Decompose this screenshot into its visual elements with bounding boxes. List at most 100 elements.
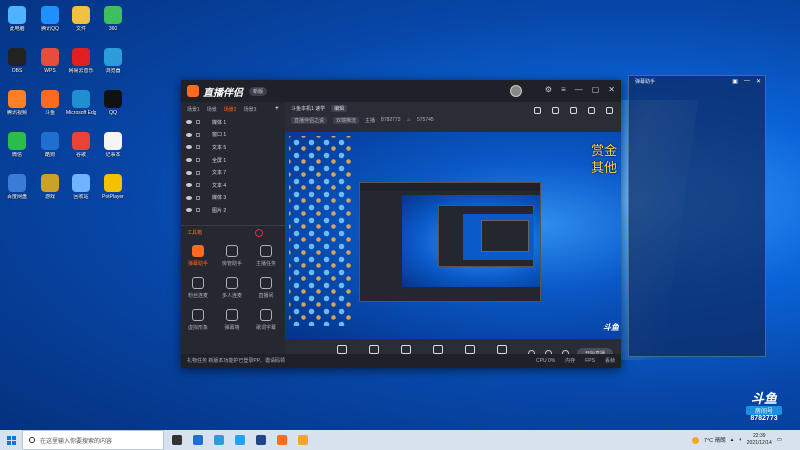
desktop-icon[interactable]: OBS <box>2 48 32 74</box>
taskbar-app-icon[interactable] <box>172 435 182 445</box>
layer-item[interactable]: 文本 7 <box>181 166 285 179</box>
desktop-icon[interactable]: 此电脑 <box>2 6 32 32</box>
eye-icon[interactable] <box>186 170 192 175</box>
tool-button[interactable]: 虚拟形象 <box>181 308 215 331</box>
eye-icon[interactable] <box>186 120 192 125</box>
layer-item[interactable]: 图片 2 <box>181 204 285 217</box>
layer-item[interactable]: 媒体 1 <box>181 116 285 129</box>
scene-tab[interactable]: 场景 <box>207 106 217 113</box>
add-scene-icon[interactable]: + <box>275 105 279 112</box>
lock-icon[interactable] <box>196 120 200 125</box>
desktop-icon[interactable]: 腾讯视频 <box>2 90 32 116</box>
menu-icon[interactable]: ≡ <box>561 85 566 94</box>
desktop-icon[interactable]: 360 <box>98 6 128 32</box>
layer-item[interactable]: 全屏 1 <box>181 154 285 167</box>
gift-icon[interactable] <box>534 107 541 114</box>
title-bar[interactable]: 直播伴侣 新版 ⚙ ≡ — ▢ ✕ <box>181 80 621 102</box>
taskbar-app-icon[interactable] <box>256 435 266 445</box>
desktop-icon[interactable]: QQ <box>98 90 128 116</box>
desktop-icon[interactable]: 腾讯QQ <box>35 6 65 32</box>
mail-icon[interactable] <box>552 107 559 114</box>
desktop-icon[interactable]: 回收站 <box>66 174 96 200</box>
eye-icon[interactable] <box>186 183 192 188</box>
lock-icon[interactable] <box>196 170 200 175</box>
eye-icon[interactable] <box>186 195 192 200</box>
weather-text[interactable]: 7°C 晴朗 <box>704 436 726 444</box>
app-icon <box>104 6 122 24</box>
network-icon[interactable]: ▴ <box>731 437 734 443</box>
close-icon[interactable]: ✕ <box>608 85 615 94</box>
desktop-icon[interactable]: 游戏 <box>35 174 65 200</box>
settings-icon[interactable]: ⚙ <box>545 85 552 94</box>
tool-button[interactable]: 弹幕墙 <box>215 308 249 331</box>
lock-icon[interactable] <box>196 183 200 188</box>
start-button[interactable] <box>0 430 22 450</box>
subcategory-tag[interactable]: 双端推流 <box>333 116 360 124</box>
lock-icon[interactable] <box>196 145 200 150</box>
stream-canvas[interactable]: 赏金 其他 斗鱼 <box>285 132 621 339</box>
eye-icon[interactable] <box>186 145 192 150</box>
lock-icon[interactable] <box>196 195 200 200</box>
maximize-icon[interactable]: ▢ <box>592 85 600 94</box>
taskbar-app-icon[interactable] <box>214 435 224 445</box>
bell-icon[interactable] <box>588 107 595 114</box>
desktop-icon[interactable]: 文件 <box>66 6 96 32</box>
desktop-icon[interactable]: 斗鱼 <box>35 90 65 116</box>
status-message[interactable]: 礼物任务 新版本功能护已登录PP、邀请码领 <box>187 358 285 364</box>
layer-item[interactable]: 媒体 3 <box>181 192 285 205</box>
layer-item[interactable]: 窗口 1 <box>181 129 285 142</box>
scene-tab[interactable]: 场景1 <box>187 106 200 113</box>
tool-button[interactable]: 歌词字幕 <box>249 308 283 331</box>
tool-button[interactable]: 多人连麦 <box>215 276 249 299</box>
lock-icon[interactable] <box>196 208 200 213</box>
eye-icon[interactable] <box>186 132 192 137</box>
desktop-icon[interactable]: WPS <box>35 48 65 74</box>
share-icon[interactable] <box>570 107 577 114</box>
scene-tab[interactable]: 场景2 <box>224 106 237 113</box>
tool-button[interactable]: 房管助手 <box>215 244 249 267</box>
minimize-icon[interactable]: — <box>744 78 750 85</box>
desktop-icon[interactable]: 网易云音乐 <box>66 48 96 74</box>
tool-button[interactable]: 粉丝连麦 <box>181 276 215 299</box>
avatar[interactable] <box>510 85 522 97</box>
version-badge[interactable]: 新版 <box>249 86 268 96</box>
tool-button[interactable]: 弹幕助手 <box>181 244 215 267</box>
lock-icon[interactable] <box>196 158 200 163</box>
weather-icon[interactable] <box>691 436 699 444</box>
taskbar-search[interactable]: 在这里输入你要搜索的内容 <box>22 430 164 450</box>
layer-item[interactable]: 文本 5 <box>181 141 285 154</box>
desktop-icon-label: 网易云音乐 <box>68 68 94 74</box>
desktop-icon[interactable]: 记事本 <box>98 132 128 158</box>
eye-icon[interactable] <box>186 208 192 213</box>
eye-icon[interactable] <box>186 158 192 163</box>
volume-icon[interactable]: ◖ <box>738 437 741 443</box>
desktop-icon[interactable]: 谷歌 <box>66 132 96 158</box>
close-icon[interactable]: ✕ <box>756 78 761 85</box>
tool-button[interactable]: 直播间 <box>249 276 283 299</box>
notification-icon[interactable]: ▭ <box>777 437 782 443</box>
clock[interactable]: 22:39 2021/12/14 <box>747 433 772 447</box>
taskbar-app-icon[interactable] <box>193 435 203 445</box>
tool-button[interactable]: 主播任务 <box>249 244 283 267</box>
pin-icon[interactable]: ▣ <box>732 78 738 85</box>
toolbox-settings-icon[interactable] <box>255 228 263 237</box>
taskbar-app-icon[interactable] <box>298 435 308 445</box>
minimize-icon[interactable]: — <box>575 85 583 94</box>
lock-icon[interactable] <box>196 132 200 137</box>
scene-tab[interactable]: 场景3 <box>244 106 257 113</box>
desktop-icon[interactable]: Microsoft Edge <box>66 90 96 116</box>
desktop-icon[interactable]: 酷狗 <box>35 132 65 158</box>
layer-item[interactable]: 文本 4 <box>181 179 285 192</box>
desktop-icon[interactable]: PotPlayer <box>98 174 128 200</box>
category-tag[interactable]: 直播伴侣之说 <box>291 116 328 124</box>
desktop-icon[interactable]: 浏览器 <box>98 48 128 74</box>
danmaku-preview-window[interactable]: 弹幕助手 ▣ — ✕ <box>628 75 766 357</box>
taskbar-app-icon[interactable] <box>235 435 245 445</box>
taskbar-app-icon[interactable] <box>277 435 287 445</box>
desktop-icon-label: 腾讯QQ <box>41 26 59 32</box>
desktop-icon[interactable]: 百度网盘 <box>2 174 32 200</box>
desktop-icon[interactable]: 微信 <box>2 132 32 158</box>
collapse-icon[interactable] <box>606 107 613 114</box>
edit-room-button[interactable]: 编辑 <box>331 104 348 112</box>
toolbox-header[interactable]: 工具箱 <box>181 224 285 239</box>
